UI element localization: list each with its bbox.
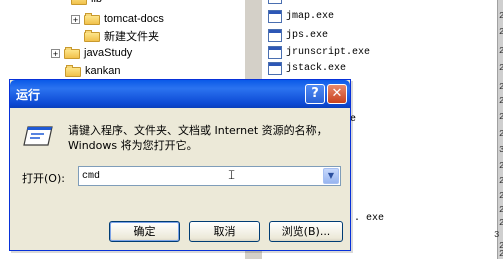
exe-icon bbox=[268, 46, 282, 59]
folder-icon bbox=[84, 13, 100, 25]
file-item-label: jps.exe bbox=[286, 30, 329, 41]
column-digit: 2 bbox=[499, 112, 503, 122]
file-item-jps[interactable]: jps.exe bbox=[268, 27, 328, 44]
close-button[interactable]: ✕ bbox=[327, 84, 347, 104]
folder-icon bbox=[65, 65, 81, 77]
file-item-label: jstack.exe bbox=[286, 63, 347, 74]
cancel-button[interactable]: 取消 bbox=[189, 221, 260, 242]
dialog-titlebar[interactable]: 运行 ? ✕ bbox=[10, 80, 350, 108]
column-digit: 2 bbox=[499, 11, 503, 21]
tree-item-kankan[interactable]: kankan bbox=[65, 63, 120, 79]
column-digit: 2 bbox=[499, 96, 503, 106]
expand-icon[interactable]: + bbox=[51, 48, 60, 58]
text-cursor-icon: 𝙸 bbox=[227, 168, 237, 183]
ok-button[interactable]: 确定 bbox=[109, 221, 180, 242]
run-icon bbox=[23, 126, 53, 146]
folder-icon bbox=[84, 30, 100, 42]
tree-item-javastudy[interactable]: + javaStudy bbox=[51, 45, 132, 61]
column-digit: 2 bbox=[499, 129, 503, 139]
column-digit: 2 bbox=[499, 63, 503, 73]
run-dialog: 运行 ? ✕ 请键入程序、文件夹、文档或 Internet 资源的名称，Wind… bbox=[9, 79, 351, 251]
tree-item-label: 新建文件夹 bbox=[104, 31, 159, 43]
tree-item-new-folder[interactable]: 新建文件夹 bbox=[84, 28, 159, 44]
column-digit: 2 bbox=[499, 218, 503, 228]
tree-item-label: javaStudy bbox=[84, 47, 133, 59]
column-digit: 2 bbox=[499, 82, 503, 92]
folder-icon bbox=[64, 47, 80, 59]
tree-item-tomcat-docs[interactable]: + tomcat-docs bbox=[71, 11, 164, 27]
column-digit: 2 bbox=[499, 46, 503, 56]
column-digit: 2 bbox=[499, 176, 503, 186]
tree-item-label: lib bbox=[91, 0, 102, 5]
dialog-description: 请键入程序、文件夹、文档或 Internet 资源的名称，Windows 将为您… bbox=[68, 124, 328, 152]
exe-icon bbox=[268, 10, 282, 23]
folder-icon bbox=[71, 0, 87, 5]
file-item-jrunscript[interactable]: jrunscript.exe bbox=[268, 44, 370, 61]
expand-icon[interactable]: + bbox=[71, 14, 80, 24]
tree-item-label: kankan bbox=[85, 65, 121, 77]
column-digit: 2 bbox=[499, 191, 503, 201]
browse-button[interactable]: 浏览(B)... bbox=[269, 221, 343, 242]
column-digit: 2 bbox=[499, 27, 503, 37]
chevron-down-icon[interactable]: ▼ bbox=[323, 168, 339, 184]
column-digit: 3 bbox=[494, 230, 500, 240]
column-digit: 2 bbox=[499, 249, 503, 259]
dialog-title: 运行 bbox=[16, 88, 41, 102]
file-item-label: jrunscript.exe bbox=[286, 47, 371, 58]
exe-icon bbox=[268, 29, 282, 42]
tree-item-label: tomcat-docs bbox=[104, 13, 164, 25]
open-input[interactable] bbox=[82, 169, 312, 183]
exe-icon bbox=[268, 62, 282, 75]
column-digit: 2 bbox=[499, 205, 503, 215]
open-combobox[interactable]: 𝙸 ▼ bbox=[78, 166, 341, 186]
help-button[interactable]: ? bbox=[305, 84, 325, 104]
tree-item-lib[interactable]: lib bbox=[71, 0, 102, 7]
file-item-label: . exe bbox=[354, 213, 385, 224]
column-digit: 2 bbox=[499, 161, 503, 171]
file-item-jstack[interactable]: jstack.exe bbox=[268, 60, 346, 77]
file-item-label: jmap.exe bbox=[286, 11, 335, 22]
column-digit: 3 bbox=[499, 145, 503, 155]
file-item-partial[interactable]: . exe bbox=[354, 210, 384, 227]
file-item-jmap[interactable]: jmap.exe bbox=[268, 8, 334, 25]
exe-icon bbox=[268, 0, 282, 4]
open-label: 打开(O): bbox=[22, 172, 65, 185]
